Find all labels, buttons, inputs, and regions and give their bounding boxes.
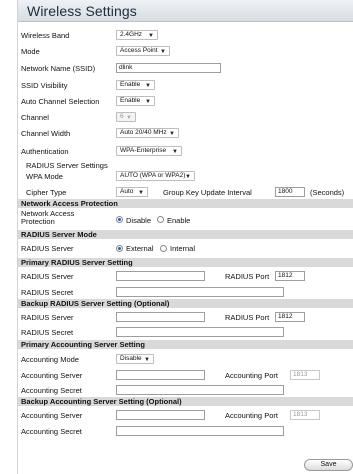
nap-enable-label: Enable bbox=[167, 216, 191, 225]
primary-radius-server-input[interactable] bbox=[116, 271, 205, 281]
chevron-down-icon: ▼ bbox=[148, 33, 154, 39]
wpa-mode-label: WPA Mode bbox=[26, 172, 63, 181]
chevron-down-icon: ▼ bbox=[145, 83, 151, 89]
chevron-down-icon: ▼ bbox=[185, 174, 191, 180]
backup-accounting-secret-label: Accounting Secret bbox=[21, 427, 82, 436]
backup-accounting-secret-input[interactable] bbox=[116, 426, 284, 436]
channel-width-label: Channel Width bbox=[21, 129, 71, 138]
group-key-label: Group Key Update Interval bbox=[163, 188, 252, 197]
authentication-value: WPA-Enterprise bbox=[120, 147, 167, 154]
auto-channel-value: Enable bbox=[120, 97, 141, 104]
backup-radius-port-input[interactable]: 1812 bbox=[275, 312, 305, 322]
accounting-mode-value: Disable bbox=[120, 355, 142, 362]
radius-internal-radio[interactable] bbox=[160, 245, 167, 252]
backup-accounting-server-label: Accounting Server bbox=[21, 411, 83, 420]
accounting-mode-select[interactable]: Disable ▼ bbox=[116, 354, 154, 364]
primary-accounting-section-heading: Primary Accounting Server Setting bbox=[18, 340, 353, 349]
backup-radius-secret-label: RADIUS Secret bbox=[21, 328, 74, 337]
mode-value: Access Point bbox=[120, 47, 158, 54]
accounting-mode-label: Accounting Mode bbox=[21, 355, 79, 364]
backup-accounting-port-input[interactable]: 1813 bbox=[290, 410, 320, 420]
cipher-type-value: Auto bbox=[120, 188, 134, 195]
backup-accounting-port-label: Accounting Port bbox=[225, 411, 278, 420]
auto-channel-label: Auto Channel Selection bbox=[21, 97, 100, 106]
primary-radius-port-input[interactable]: 1812 bbox=[275, 271, 305, 281]
primary-accounting-port-input[interactable]: 1813 bbox=[290, 370, 320, 380]
channel-select[interactable]: 6 ▼ bbox=[116, 112, 136, 122]
primary-accounting-secret-label: Accounting Secret bbox=[21, 386, 82, 395]
primary-radius-secret-input[interactable] bbox=[116, 287, 284, 297]
wireless-band-label: Wireless Band bbox=[21, 31, 70, 40]
wpa-mode-value: AUTO (WPA or WPA2) bbox=[120, 172, 186, 179]
save-button[interactable]: Save bbox=[304, 459, 353, 471]
chevron-down-icon: ▼ bbox=[172, 149, 178, 155]
backup-radius-section-heading: Backup RADIUS Server Setting (Optional) bbox=[18, 299, 353, 308]
group-key-unit: (Seconds) bbox=[310, 188, 345, 197]
ssid-visibility-value: Enable bbox=[120, 81, 141, 88]
backup-radius-server-input[interactable] bbox=[116, 312, 205, 322]
chevron-down-icon: ▼ bbox=[144, 357, 150, 363]
wpa-mode-select[interactable]: AUTO (WPA or WPA2) ▼ bbox=[116, 171, 195, 181]
cipher-type-select[interactable]: Auto ▼ bbox=[116, 187, 148, 197]
backup-accounting-server-input[interactable] bbox=[116, 410, 205, 420]
chevron-down-icon: ▼ bbox=[126, 115, 132, 121]
radius-external-label: External bbox=[126, 244, 154, 253]
mode-label: Mode bbox=[21, 47, 40, 56]
wireless-band-select[interactable]: 2.4GHz ▼ bbox=[116, 30, 158, 40]
backup-radius-port-label: RADIUS Port bbox=[225, 313, 270, 322]
nap-label: Network Access Protection bbox=[21, 209, 75, 226]
radius-internal-label: Internal bbox=[170, 244, 196, 253]
channel-label: Channel bbox=[21, 113, 49, 122]
authentication-label: Authentication bbox=[21, 147, 69, 156]
ssid-input[interactable]: dlink bbox=[116, 63, 221, 73]
wireless-settings-panel: Wireless Settings Wireless Band 2.4GHz ▼ … bbox=[17, 0, 353, 474]
radius-external-radio[interactable] bbox=[116, 245, 123, 252]
primary-radius-section-heading: Primary RADIUS Server Setting bbox=[18, 258, 353, 267]
primary-accounting-server-input[interactable] bbox=[116, 370, 205, 380]
group-key-input[interactable]: 1800 bbox=[275, 187, 305, 197]
primary-radius-port-label: RADIUS Port bbox=[225, 272, 270, 281]
chevron-down-icon: ▼ bbox=[160, 49, 166, 55]
nap-disable-label: Disable bbox=[126, 216, 152, 225]
radius-settings-heading: RADIUS Server Settings bbox=[26, 161, 108, 170]
primary-accounting-secret-input[interactable] bbox=[116, 385, 284, 395]
ssid-label: Network Name (SSID) bbox=[21, 64, 96, 73]
ssid-visibility-select[interactable]: Enable ▼ bbox=[116, 80, 155, 90]
auto-channel-select[interactable]: Enable ▼ bbox=[116, 96, 155, 106]
ssid-visibility-label: SSID Visibility bbox=[21, 81, 68, 90]
primary-radius-server-label: RADIUS Server bbox=[21, 272, 74, 281]
panel-header: Wireless Settings bbox=[18, 0, 353, 22]
nap-enable-radio[interactable] bbox=[157, 216, 164, 223]
authentication-select[interactable]: WPA-Enterprise ▼ bbox=[116, 146, 182, 156]
radius-mode-label: RADIUS Server bbox=[21, 244, 74, 253]
chevron-down-icon: ▼ bbox=[138, 190, 144, 196]
channel-width-select[interactable]: Auto 20/40 MHz ▼ bbox=[116, 128, 179, 138]
cipher-type-label: Cipher Type bbox=[26, 188, 67, 197]
primary-radius-secret-label: RADIUS Secret bbox=[21, 288, 74, 297]
nap-section-heading: Network Access Protection bbox=[18, 199, 353, 208]
channel-width-value: Auto 20/40 MHz bbox=[120, 129, 167, 136]
chevron-down-icon: ▼ bbox=[169, 131, 175, 137]
backup-accounting-section-heading: Backup Accounting Server Setting (Option… bbox=[18, 397, 353, 406]
mode-select[interactable]: Access Point ▼ bbox=[116, 46, 170, 56]
primary-accounting-server-label: Accounting Server bbox=[21, 371, 83, 380]
nap-disable-radio[interactable] bbox=[116, 216, 123, 223]
primary-accounting-port-label: Accounting Port bbox=[225, 371, 278, 380]
wireless-band-value: 2.4GHz bbox=[120, 31, 143, 38]
backup-radius-server-label: RADIUS Server bbox=[21, 313, 74, 322]
radius-mode-section-heading: RADIUS Server Mode bbox=[18, 230, 353, 239]
chevron-down-icon: ▼ bbox=[145, 99, 151, 105]
backup-radius-secret-input[interactable] bbox=[116, 327, 284, 337]
page-title: Wireless Settings bbox=[27, 3, 137, 19]
channel-value: 6 bbox=[120, 113, 124, 120]
